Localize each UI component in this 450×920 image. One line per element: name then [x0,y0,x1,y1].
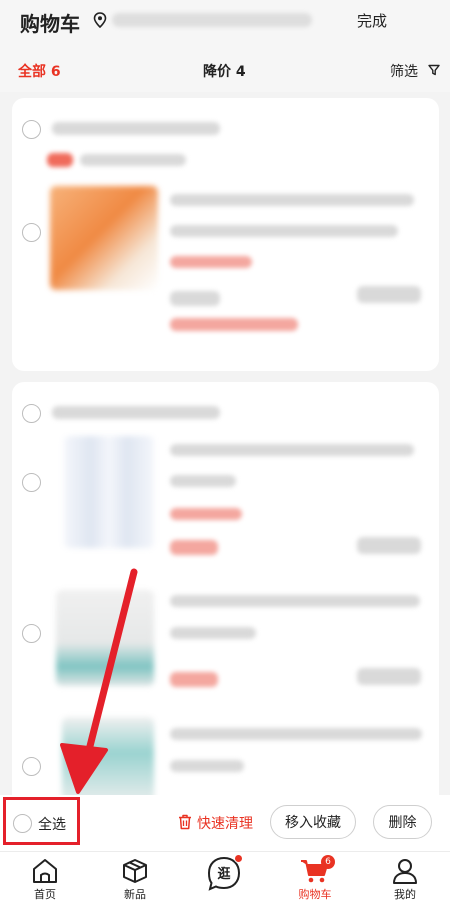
quick-clean-button[interactable]: 快速清理 [197,813,253,833]
quantity-stepper[interactable] [357,286,421,303]
item-select-radio[interactable] [22,223,41,242]
tab-cart[interactable]: 购物车 [280,852,350,918]
quantity-stepper[interactable] [357,668,421,685]
original-price [170,256,252,268]
product-price [170,291,220,306]
shop-name[interactable] [52,122,220,135]
address-text[interactable] [112,13,312,27]
product-title[interactable] [170,728,422,740]
filter-icon[interactable] [428,64,440,76]
tab-all-label: 全部 [18,64,46,80]
shop-select-radio[interactable] [22,120,41,139]
original-price [170,508,242,520]
user-icon [393,859,417,884]
page-title: 购物车 [20,12,80,36]
product-spec[interactable] [170,225,398,237]
done-button[interactable]: 完成 [357,10,387,31]
product-spec[interactable] [170,475,236,487]
shop-card [12,98,439,371]
select-all-radio[interactable] [13,814,32,833]
tab-label: 购物车 [298,888,332,901]
select-all-label[interactable]: 全选 [38,814,66,834]
product-image[interactable] [56,590,154,686]
browse-glyph: 逛 [217,866,230,882]
tab-label: 我的 [394,888,416,901]
trash-icon[interactable] [178,814,192,830]
item-select-radio[interactable] [22,757,41,776]
product-title[interactable] [170,444,414,456]
shop-card [12,382,439,822]
delete-button[interactable]: 删除 [373,805,432,839]
tab-price-drop-count: 4 [235,64,246,80]
box-icon [123,859,147,883]
product-spec[interactable] [170,627,256,639]
cart-count-badge: 6 [321,855,335,869]
filter-button[interactable]: 筛选 [390,61,418,81]
tab-label: 新品 [124,888,146,901]
location-icon[interactable] [93,12,107,28]
product-title[interactable] [170,595,420,607]
tab-home[interactable]: 首页 [10,852,80,918]
tab-price-drop-label: 降价 [203,64,231,80]
tab-all-count: 6 [50,64,61,80]
item-select-radio[interactable] [22,473,41,492]
item-select-radio[interactable] [22,624,41,643]
product-image[interactable] [64,436,154,548]
tab-all[interactable]: 全部 6 [18,61,61,81]
tab-price-drop[interactable]: 降价 4 [203,61,246,81]
product-spec[interactable] [170,760,244,772]
product-price [170,540,218,555]
promo-text [80,154,186,166]
promo-tag [47,153,73,167]
price-drop-note [170,318,298,331]
home-icon [33,859,57,883]
tab-new[interactable]: 新品 [100,852,170,918]
move-to-favorites-button[interactable]: 移入收藏 [270,805,356,839]
tab-me[interactable]: 我的 [370,852,440,918]
product-image[interactable] [62,717,154,807]
tab-label: 首页 [34,888,56,901]
product-image[interactable] [50,186,158,290]
product-price [170,672,218,687]
notification-dot [234,854,243,863]
tab-browse[interactable]: 逛 [189,852,259,918]
product-title[interactable] [170,194,414,206]
quantity-stepper[interactable] [357,537,421,554]
shop-select-radio[interactable] [22,404,41,423]
shop-name[interactable] [52,406,220,419]
